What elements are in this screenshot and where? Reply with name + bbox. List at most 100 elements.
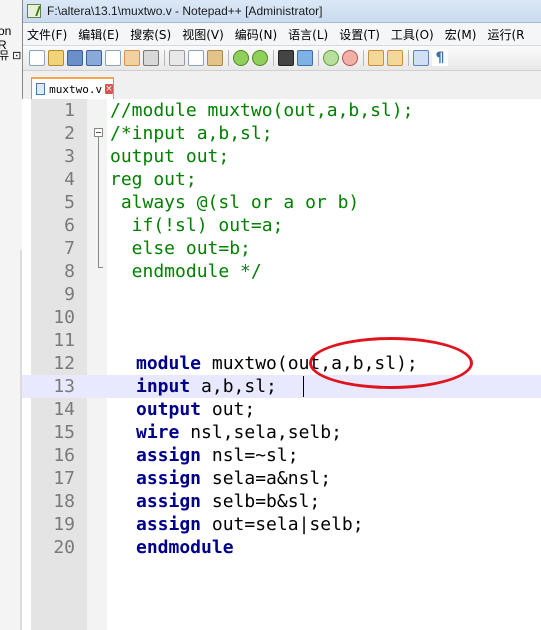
save-icon[interactable] (67, 50, 83, 66)
code-text: reg out; (110, 169, 197, 190)
toolbar-separator (228, 50, 229, 66)
line-number: 13 (53, 376, 75, 397)
menu-tools[interactable]: 工具(O) (391, 26, 434, 43)
file-icon (36, 83, 46, 95)
window-title: F:\altera\13.1\muxtwo.v - Notepad++ [Adm… (47, 4, 323, 18)
code-text: output out; (136, 398, 255, 421)
keyword-token: assign (136, 468, 202, 489)
code-line[interactable]: 15 wire nsl,sela,selb; (22, 421, 541, 444)
menu-view[interactable]: 视图(V) (182, 26, 224, 43)
toolbar-separator (363, 50, 364, 66)
line-number: 17 (53, 468, 75, 489)
line-number: 18 (53, 491, 75, 512)
line-number: 3 (64, 146, 75, 167)
text-caret (303, 376, 304, 397)
code-line[interactable]: 17 assign sela=a&nsl; (22, 467, 541, 490)
code-token: selb=b&sl; (201, 491, 321, 512)
code-text: always @(sl or a or b) (110, 192, 360, 213)
toolbar: ¶ (23, 46, 541, 71)
code-line[interactable]: 9 (22, 283, 541, 306)
close-all-icon[interactable] (124, 50, 140, 66)
undo-icon[interactable] (233, 50, 249, 66)
zoom-in-icon[interactable] (323, 50, 339, 66)
tab-muxtwo[interactable]: muxtwo.v × (31, 77, 114, 99)
code-line[interactable]: 2 /*input a,b,sl; (22, 122, 541, 145)
code-line[interactable]: 20 endmodule (22, 536, 541, 559)
toolbar-separator (318, 50, 319, 66)
code-token: out; (201, 399, 256, 420)
menu-edit[interactable]: 编辑(E) (78, 26, 119, 43)
code-line[interactable]: 16 assign nsl=~sl; (22, 444, 541, 467)
code-line[interactable]: 1 //module muxtwo(out,a,b,sl); (22, 99, 541, 122)
code-line[interactable]: 19 assign out=sela|selb; (22, 513, 541, 536)
background-window-controls: 뮤 ⊡ (0, 50, 22, 62)
line-number: 14 (53, 399, 75, 420)
line-number: 12 (53, 353, 75, 374)
code-line[interactable]: 6 if(!sl) out=a; (22, 214, 541, 237)
keyword-token: assign (136, 514, 202, 535)
zoom-out-icon[interactable] (342, 50, 358, 66)
close-icon[interactable] (105, 50, 121, 66)
cut-icon[interactable] (169, 50, 185, 66)
line-number: 11 (53, 330, 75, 351)
code-line[interactable]: 3 output out; (22, 145, 541, 168)
open-file-icon[interactable] (48, 50, 64, 66)
line-number: 1 (64, 100, 75, 121)
tab-bar: muxtwo.v × (23, 71, 541, 100)
replace-icon[interactable] (297, 50, 313, 66)
code-token: nsl=~sl; (201, 445, 299, 466)
code-text: input a,b,sl; (136, 375, 277, 398)
sync-vertical-icon[interactable] (368, 50, 384, 66)
keyword-token: output (136, 399, 202, 420)
toolbar-separator (273, 50, 274, 66)
tab-close-icon[interactable]: × (105, 84, 113, 94)
redo-icon[interactable] (252, 50, 268, 66)
menu-encoding[interactable]: 编码(N) (235, 26, 277, 43)
menu-file[interactable]: 文件(F) (27, 26, 67, 43)
toolbar-separator (164, 50, 165, 66)
code-text: assign out=sela|selb; (136, 513, 364, 536)
menu-search[interactable]: 搜索(S) (130, 26, 171, 43)
print-icon[interactable] (143, 50, 159, 66)
menu-bar: 文件(F) 编辑(E) 搜索(S) 视图(V) 编码(N) 语言(L) 设置(T… (23, 23, 541, 46)
menu-run[interactable]: 运行(R (487, 26, 524, 43)
line-number: 15 (53, 422, 75, 443)
code-text: assign sela=a&nsl; (136, 467, 331, 490)
code-line[interactable]: 14 output out; (22, 398, 541, 421)
tab-label: muxtwo.v (49, 82, 103, 96)
paste-icon[interactable] (207, 50, 223, 66)
code-text: assign nsl=~sl; (136, 444, 299, 467)
code-line[interactable]: 11 (22, 329, 541, 352)
background-window: on R 뮤 ⊡ (0, 0, 23, 630)
code-line[interactable]: 10 (22, 306, 541, 329)
code-editor[interactable]: 1 //module muxtwo(out,a,b,sl); 2 /*input a,… (22, 99, 541, 630)
show-all-characters-icon[interactable]: ¶ (432, 50, 448, 66)
sync-horizontal-icon[interactable] (387, 50, 403, 66)
code-text: /*input a,b,sl; (110, 123, 273, 144)
word-wrap-icon[interactable] (413, 50, 429, 66)
code-text: output out; (110, 146, 230, 167)
code-text: endmodule */ (110, 261, 262, 282)
line-number: 20 (53, 537, 75, 558)
code-text: if(!sl) out=a; (110, 215, 284, 236)
code-text: wire nsl,sela,selb; (136, 421, 342, 444)
code-line[interactable]: 7 else out=b; (22, 237, 541, 260)
code-line[interactable]: 13 input a,b,sl; (22, 375, 541, 398)
copy-icon[interactable] (188, 50, 204, 66)
code-text: //module muxtwo(out,a,b,sl); (110, 100, 414, 121)
code-line[interactable]: 18 assign selb=b&sl; (22, 490, 541, 513)
menu-settings[interactable]: 设置(T) (339, 26, 380, 43)
line-number: 5 (64, 192, 75, 213)
line-number: 8 (64, 261, 75, 282)
menu-macro[interactable]: 宏(M) (445, 26, 477, 43)
new-file-icon[interactable] (29, 50, 45, 66)
find-icon[interactable] (278, 50, 294, 66)
toolbar-separator (408, 50, 409, 66)
line-number: 16 (53, 445, 75, 466)
code-line[interactable]: 5 always @(sl or a or b) (22, 191, 541, 214)
save-all-icon[interactable] (86, 50, 102, 66)
menu-language[interactable]: 语言(L) (288, 26, 328, 43)
code-line[interactable]: 4 reg out; (22, 168, 541, 191)
line-number: 2 (64, 123, 75, 144)
code-line[interactable]: 8 endmodule */ (22, 260, 541, 283)
